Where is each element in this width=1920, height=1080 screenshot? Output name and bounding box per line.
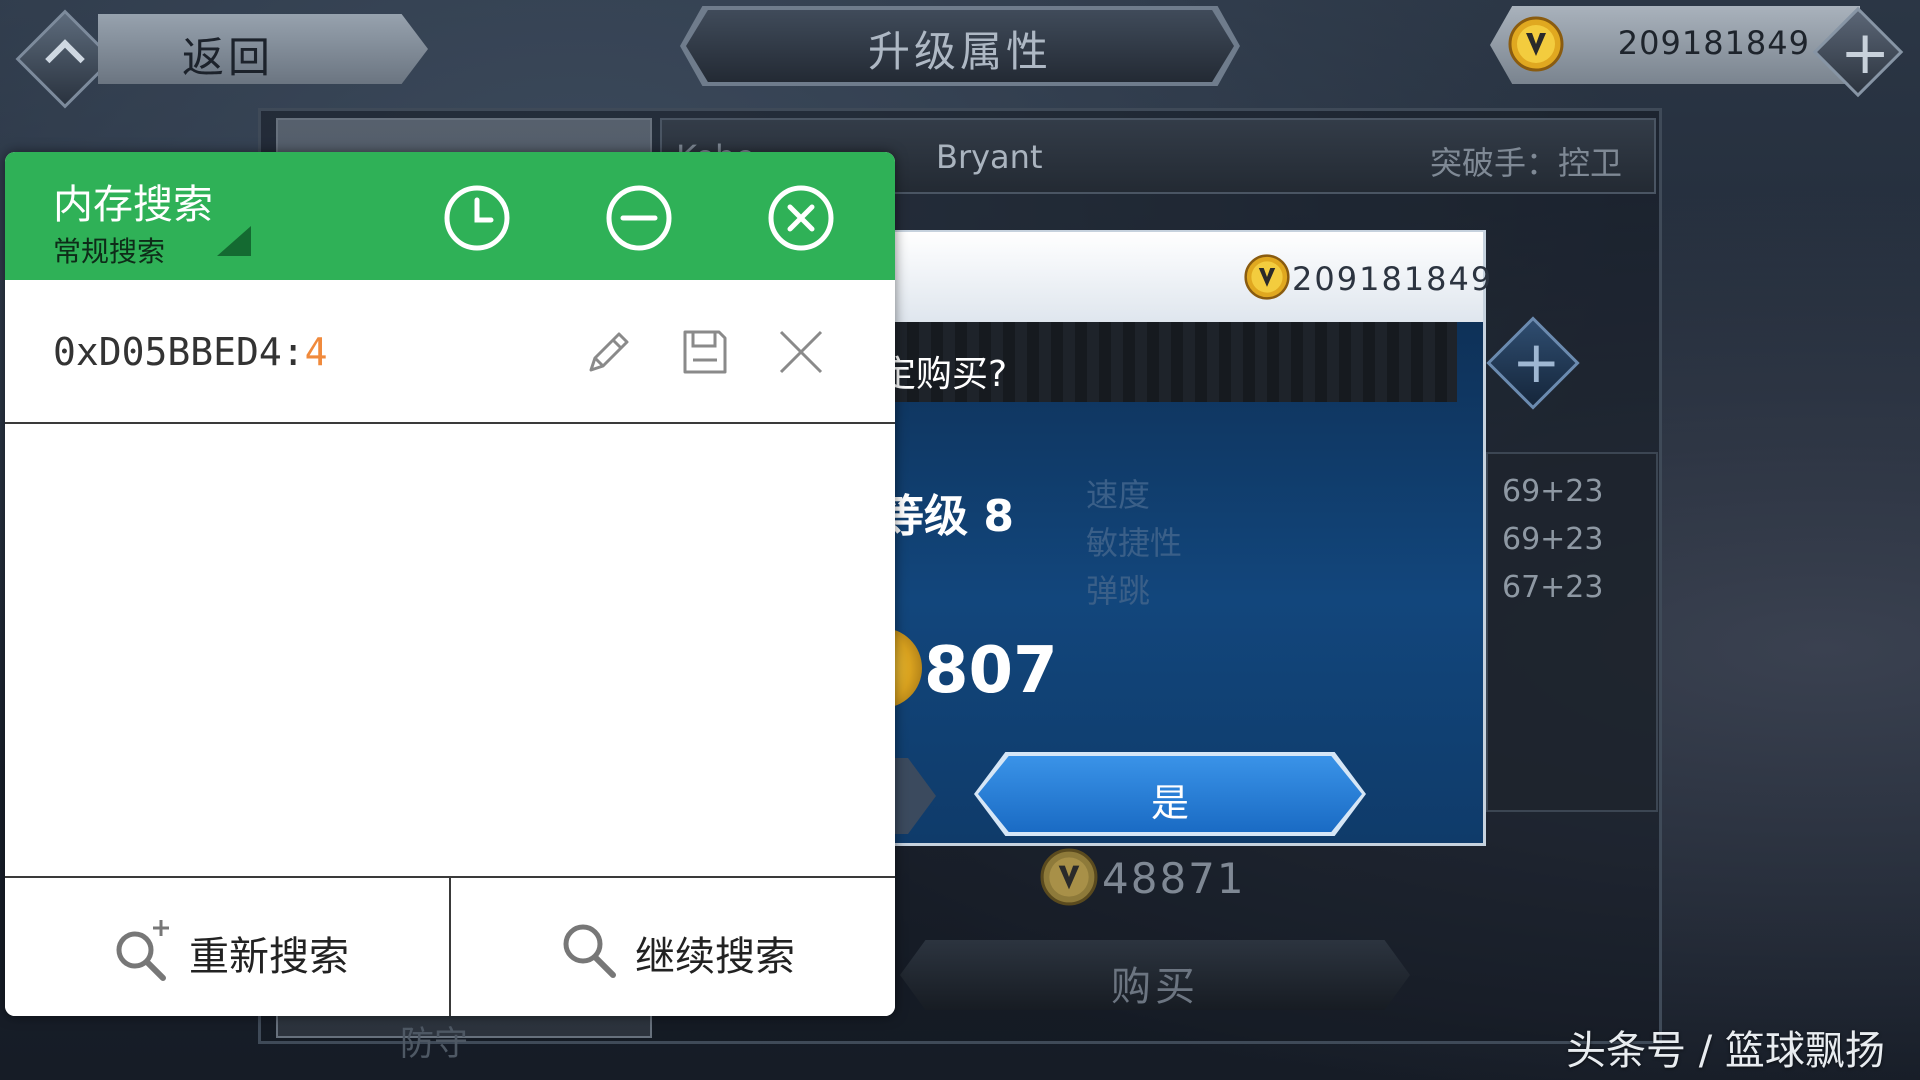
attribute-label: 敏捷性 [1086,524,1183,562]
continue-search-label: 继续搜索 [635,934,795,980]
game-screen: 返回 升级属性 209181849 + Kobe Bryant 突破手：控卫 6… [0,0,1920,1080]
window-title: 内存搜索 [53,182,213,228]
stat-value: 67+23 [1502,570,1604,605]
address-text: 0xD05BBED4: [53,330,305,374]
close-icon[interactable] [765,182,837,254]
player-role: 突破手：控卫 [1430,144,1623,182]
pencil-icon[interactable] [581,324,637,380]
clock-icon[interactable] [441,182,513,254]
stat-value: 69+23 [1502,474,1604,509]
dialog-question: 定购买? [880,354,1008,395]
minus-icon[interactable] [603,182,675,254]
watermark: 头条号 / 篮球飘扬 [1566,1028,1885,1074]
dropdown-triangle-icon[interactable] [217,226,251,256]
confirm-label: 是 [1150,781,1189,825]
plus-icon: + [1840,18,1891,88]
upgrade-coin-amount: 48871 [1102,854,1246,903]
search-plus-icon [116,920,169,981]
dialog-balance: 209181849 [1292,260,1494,298]
search-mode-dropdown[interactable]: 常规搜索 [53,230,165,270]
attribute-label: 弹跳 [1086,572,1151,610]
plus-icon: + [1512,328,1561,396]
coin-balance: 209181849 [1617,24,1810,62]
upgrade-level: 等级 8 [880,491,1014,542]
back-label: 返回 [181,33,274,82]
upgrade-cost: 807 [924,634,1058,708]
result-value: 4 [304,330,328,374]
memory-search-window: 内存搜索 常规搜索 0xD05BBED4:4 重新搜索 继续搜索 [5,152,895,1016]
research-label: 重新搜索 [189,934,349,980]
search-icon [563,924,616,978]
result-address: 0xD05BBED4:4 [53,330,328,374]
attribute-label: 速度 [1086,476,1151,514]
back-button[interactable]: 返回 [15,8,438,109]
coin-icon [1508,16,1564,72]
remove-icon[interactable] [773,324,829,380]
page-title: 升级属性 [867,27,1052,76]
coin-icon [1040,848,1098,906]
stat-value: 69+23 [1502,522,1604,557]
buy-label: 购买 [1111,964,1199,1010]
card-label: 防守 [400,1024,468,1064]
player-last-name: Bryant [936,138,1043,176]
save-icon[interactable] [677,324,733,380]
coin-icon [1244,254,1290,300]
